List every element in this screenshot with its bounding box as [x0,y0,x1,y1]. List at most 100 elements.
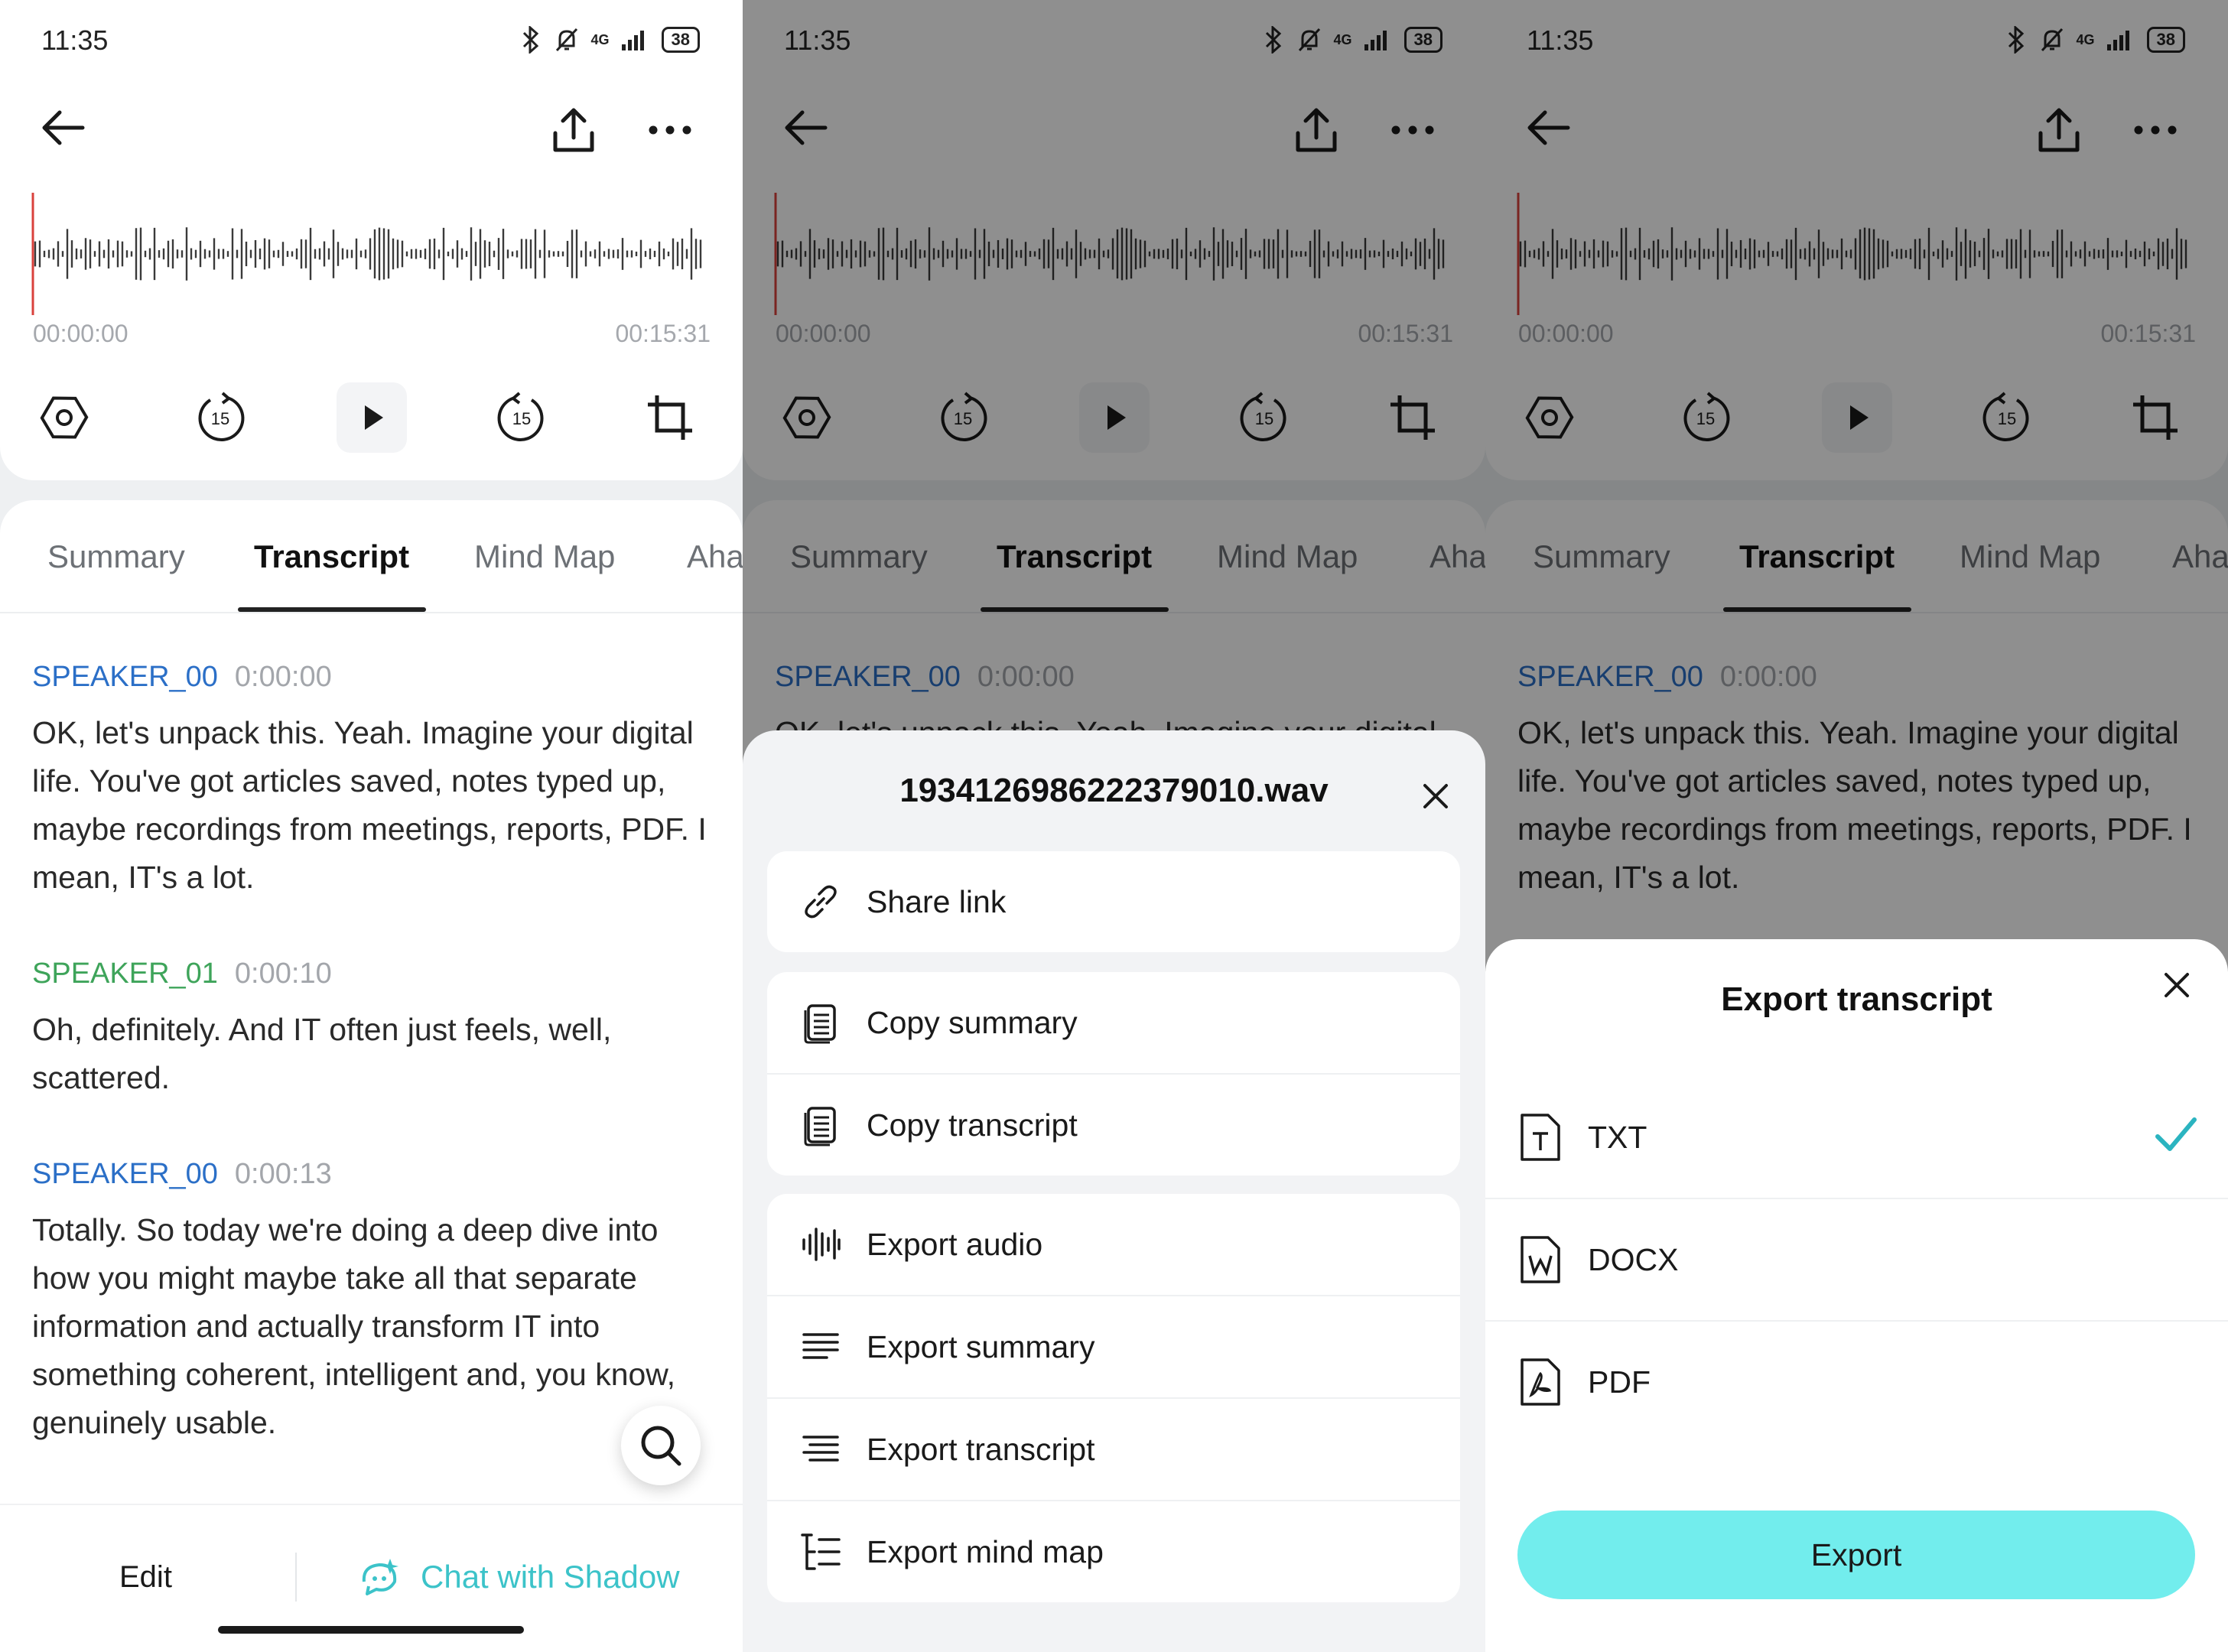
screenshot-stage: 11:35 4G 38 00:00:00 00:15:31 15 15 Summ… [0,0,2228,1652]
transcript-entry: SPEAKER_00 0:00:13 Totally. So today we'r… [32,1158,720,1447]
item-label: Export mind map [867,1533,1104,1569]
copy-group: Copy summary Copy transcript [767,972,1460,1176]
rewind-15-icon: 15 [198,392,245,441]
crop-icon [648,395,692,440]
format-label: DOCX [1588,1241,1679,1277]
export-summary-item[interactable]: Export summary [767,1295,1460,1397]
timestamp[interactable]: 0:00:13 [235,1158,332,1190]
forward-15-icon: 15 [497,392,544,441]
close-icon[interactable] [2161,970,2192,1000]
transcript-text: Oh, definitely. And IT often just feels,… [32,1012,612,1095]
copy-summary-item[interactable]: Copy summary [767,972,1460,1073]
export-audio-item[interactable]: Export audio [767,1194,1460,1295]
shadow-chat-icon [362,1559,398,1595]
transcript-text: OK, let's unpack this. Yeah. Imagine you… [32,715,707,895]
waveform[interactable] [31,193,711,315]
bar-divider [295,1553,297,1602]
speaker-name[interactable]: SPEAKER_00 [32,1158,218,1190]
checkmark-icon [2155,1117,2197,1151]
panel-inner: 11:35 4G 38 00:00:00 00:15:31 15 15 Summ… [0,0,743,1652]
content-card: Summary Transcript Mind Map Aha SPEAKER_… [0,500,743,1652]
search-fab[interactable] [621,1406,701,1485]
format-option-txt[interactable]: TXT [1485,1077,2228,1199]
pdf-file-icon [1521,1358,1560,1406]
time-start: 00:00:00 [33,320,128,347]
status-time: 11:35 [41,24,109,56]
share-bottom-sheet: 1934126986222379010.wav Share link Copy … [743,730,1485,1652]
time-end: 00:15:31 [615,320,711,347]
share-link-item[interactable]: Share link [767,851,1460,952]
export-bottom-sheet: Export transcript TXT DOCX PDF Export [1485,939,2228,1652]
format-option-docx[interactable]: DOCX [1485,1199,2228,1322]
item-label: Copy summary [867,1004,1078,1040]
copy-document-icon [804,1107,836,1146]
format-list: TXT DOCX PDF [1485,1077,2228,1442]
close-icon[interactable] [1420,781,1451,811]
transcript-entry: SPEAKER_01 0:00:10 Oh, definitely. And IT… [32,958,720,1102]
export-transcript-item[interactable]: Export transcript [767,1397,1460,1500]
speaker-line: SPEAKER_01 0:00:10 [32,958,720,990]
format-label: TXT [1588,1119,1647,1155]
play-button[interactable] [337,382,407,453]
chat-with-shadow-button[interactable]: Chat with Shadow [359,1556,680,1598]
panel-inner: 11:35 4G 38 00:00:00 00:15:31 15 15 Summ… [743,0,1485,1652]
speaker-name[interactable]: SPEAKER_01 [32,958,218,990]
home-indicator [218,1626,524,1634]
tab-transcript[interactable]: Transcript [254,538,409,575]
export-button[interactable]: Export [1517,1511,2195,1599]
speaker-line: SPEAKER_00 0:00:00 [32,661,720,694]
skip-forward-label: 15 [512,409,531,428]
chat-label: Chat with Shadow [421,1559,680,1595]
tab-bar: Summary Transcript Mind Map Aha [0,500,743,613]
panel-inner: 11:35 4G 38 00:00:00 00:15:31 15 15 Summ… [1485,0,2228,1652]
sheet-title: 1934126986222379010.wav [899,772,1329,809]
status-icons: 4G 38 [519,26,700,54]
skip-back-button[interactable]: 15 [185,382,255,453]
copy-transcript-item[interactable]: Copy transcript [767,1073,1460,1176]
speaker-name[interactable]: SPEAKER_00 [32,661,218,693]
speaker-line: SPEAKER_00 0:00:13 [32,1158,720,1191]
bluetooth-icon [522,26,538,54]
export-mind-map-item[interactable]: Export mind map [767,1500,1460,1602]
back-arrow-icon[interactable] [38,103,87,152]
mute-bell-icon [555,28,577,52]
share-group: Share link [767,851,1460,952]
item-label: Export summary [867,1328,1095,1364]
transcript-entry: SPEAKER_00 0:00:00 OK, let's unpack this.… [32,661,720,902]
skip-forward-button[interactable]: 15 [486,382,557,453]
item-label: Share link [867,883,1007,919]
sheet-title: Export transcript [1721,980,1992,1018]
signal-icon [621,31,644,50]
skip-back-label: 15 [211,409,229,428]
txt-file-icon [1521,1114,1560,1161]
transcript-lines-icon [802,1436,839,1462]
player-card: 11:35 4G 38 00:00:00 00:15:31 15 15 [0,0,743,480]
export-group: Export audio Export summary Export trans… [767,1194,1460,1602]
audio-wave-icon [802,1228,841,1261]
format-option-pdf[interactable]: PDF [1485,1322,2228,1442]
playback-speed-button[interactable] [29,382,99,453]
crop-button[interactable] [635,382,705,453]
more-options-icon[interactable] [647,115,693,145]
item-label: Export transcript [867,1431,1095,1467]
timestamp[interactable]: 0:00:10 [235,958,332,990]
tab-aha[interactable]: Aha [687,538,743,575]
hexagon-settings-icon [40,396,89,439]
tab-summary[interactable]: Summary [47,538,185,575]
item-label: Copy transcript [867,1107,1078,1143]
copy-document-icon [804,1004,836,1044]
timestamp[interactable]: 0:00:00 [235,661,332,693]
transcript-text: Totally. So today we're doing a deep div… [32,1212,676,1440]
link-icon [805,885,837,919]
panel-transcript: 11:35 4G 38 00:00:00 00:15:31 15 15 Summ… [0,0,743,1652]
format-label: PDF [1588,1364,1651,1400]
upload-share-icon[interactable] [551,106,597,154]
docx-file-icon [1521,1236,1560,1283]
panel-export-sheet: 11:35 4G 38 00:00:00 00:15:31 15 15 Summ… [1485,0,2228,1652]
tab-mind-map[interactable]: Mind Map [474,538,615,575]
item-label: Export audio [867,1226,1043,1262]
battery-icon: 38 [661,27,700,53]
active-tab-indicator [238,607,426,612]
mind-map-icon [801,1533,841,1570]
edit-button[interactable]: Edit [119,1560,172,1595]
